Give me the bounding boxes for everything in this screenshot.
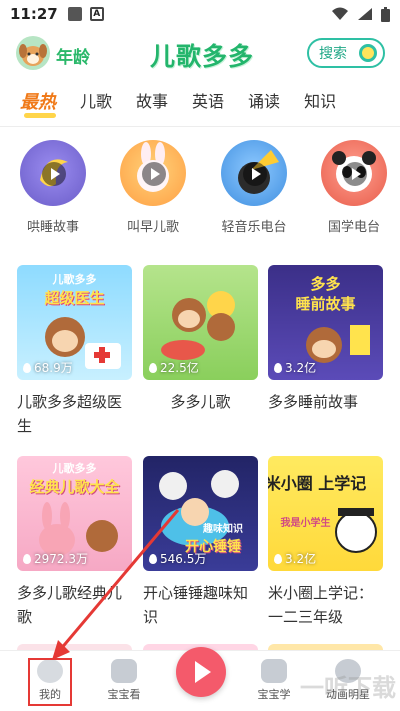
radio-disc [221,140,287,206]
play-count: 68.9万 [23,359,73,376]
play-icon [243,162,267,186]
album-title: 儿歌多多超级医生 [17,393,123,435]
highlight-box [28,658,72,706]
album-title: 米小圈上学记：一二三年级 [268,584,374,626]
album-title: 开心锤锤趣味知识 [143,584,249,626]
signal-icon [358,8,372,20]
a-notification-icon: A [89,7,104,21]
play-icon [42,162,66,186]
tab-english[interactable]: 英语 [192,88,224,124]
radio-stations: 哄睡故事 叫早儿歌 轻音乐电台 国学电台 [0,140,400,240]
fire-icon [274,363,282,373]
album-cover: 22.5亿 [143,265,258,380]
header: 年龄 儿歌多多 搜索 [0,34,400,74]
nav-item-baby-watch[interactable]: 宝宝看 [94,659,154,702]
tab-knowledge[interactable]: 知识 [304,88,336,124]
radio-item-sleep-stories[interactable]: 哄睡故事 [13,140,93,235]
cover-top-text: 趣味知识 [203,524,243,535]
play-icon [343,162,367,186]
tab-songs[interactable]: 儿歌 [80,88,112,124]
play-count-value: 546.5万 [160,552,207,566]
radio-disc [321,140,387,206]
play-count: 546.5万 [149,550,206,567]
radio-item-light-music[interactable]: 轻音乐电台 [214,140,294,235]
app-logo: 儿歌多多 [150,42,255,71]
tab-label: 最热 [20,92,56,113]
radio-label: 轻音乐电台 [221,220,287,235]
active-tab-indicator [24,113,56,118]
album-title: 多多儿歌经典儿歌 [17,584,123,626]
play-count-value: 3.2亿 [285,361,317,375]
tab-stories[interactable]: 故事 [136,88,168,124]
wifi-icon [332,7,348,20]
album-card[interactable]: 22.5亿 多多儿歌 [143,265,258,414]
play-count: 3.2亿 [274,550,316,567]
nav-label: 宝宝看 [107,688,141,701]
puppy-avatar-icon [19,44,47,66]
tabs-divider [0,126,400,127]
fire-icon [274,554,282,564]
status-time: 11:27 [10,5,58,23]
watermark: 一听下载 [300,674,396,702]
tab-label: 故事 [136,92,169,111]
age-avatar[interactable] [16,36,50,70]
play-count: 3.2亿 [274,359,316,376]
aa-learn-icon [261,659,287,683]
tv-play-icon [111,659,137,683]
play-icon [142,162,166,186]
album-cover: 米小圈 上学记 我是小学生 3.2亿 [268,456,383,571]
search-label: 搜索 [319,46,347,62]
radio-item-wake-songs[interactable]: 叫早儿歌 [113,140,193,235]
album-card[interactable]: 儿歌多多 经典儿歌大全 2972.3万 多多儿歌经典儿歌 [17,456,132,629]
play-count-value: 2972.3万 [34,552,88,566]
radio-label: 哄睡故事 [26,220,79,235]
album-card[interactable]: 米小圈 上学记 我是小学生 3.2亿 米小圈上学记：一二三年级 [268,456,383,629]
album-title: 多多儿歌 [170,393,231,411]
album-cover: 开心锤锤 趣味知识 546.5万 [143,456,258,571]
radio-disc [20,140,86,206]
tab-label: 诵读 [248,92,281,111]
radio-label: 叫早儿歌 [126,220,179,235]
play-count: 2972.3万 [23,550,88,567]
fire-icon [149,554,157,564]
album-cover: 儿歌多多 超级医生 68.9万 [17,265,132,380]
album-cover: 多多 睡前故事 3.2亿 [268,265,383,380]
album-title: 多多睡前故事 [268,393,359,411]
album-card[interactable]: 多多 睡前故事 3.2亿 多多睡前故事 [268,265,383,414]
nav-item-baby-learn[interactable]: 宝宝学 [244,659,304,702]
tab-label: 英语 [192,92,225,111]
age-label[interactable]: 年龄 [56,43,90,68]
search-button[interactable]: 搜索 [307,38,385,68]
fire-icon [149,363,157,373]
album-card[interactable]: 开心锤锤 趣味知识 546.5万 开心锤锤趣味知识 [143,456,258,629]
tab-label: 知识 [304,92,337,111]
tab-recitation[interactable]: 诵读 [248,88,280,124]
radio-label: 国学电台 [327,220,380,235]
play-count-value: 3.2亿 [285,552,317,566]
play-count-value: 68.9万 [34,361,73,375]
center-play-button[interactable] [176,647,226,697]
play-count: 22.5亿 [149,359,199,376]
nav-label: 宝宝学 [257,688,291,701]
fire-icon [23,554,31,564]
radio-item-classics[interactable]: 国学电台 [314,140,394,235]
tab-hot[interactable]: 最热 [20,88,56,124]
radio-disc [120,140,186,206]
notification-icon [67,7,82,21]
search-icon [359,44,377,62]
status-bar: 11:27 A [0,0,400,28]
battery-icon [381,6,390,22]
play-count-value: 22.5亿 [160,361,199,375]
tab-label: 儿歌 [80,92,113,111]
fire-icon [23,363,31,373]
category-tabs: 最热 儿歌 故事 英语 诵读 知识 [0,88,400,124]
album-card[interactable]: 儿歌多多 超级医生 68.9万 儿歌多多超级医生 [17,265,132,438]
album-cover: 儿歌多多 经典儿歌大全 2972.3万 [17,456,132,571]
